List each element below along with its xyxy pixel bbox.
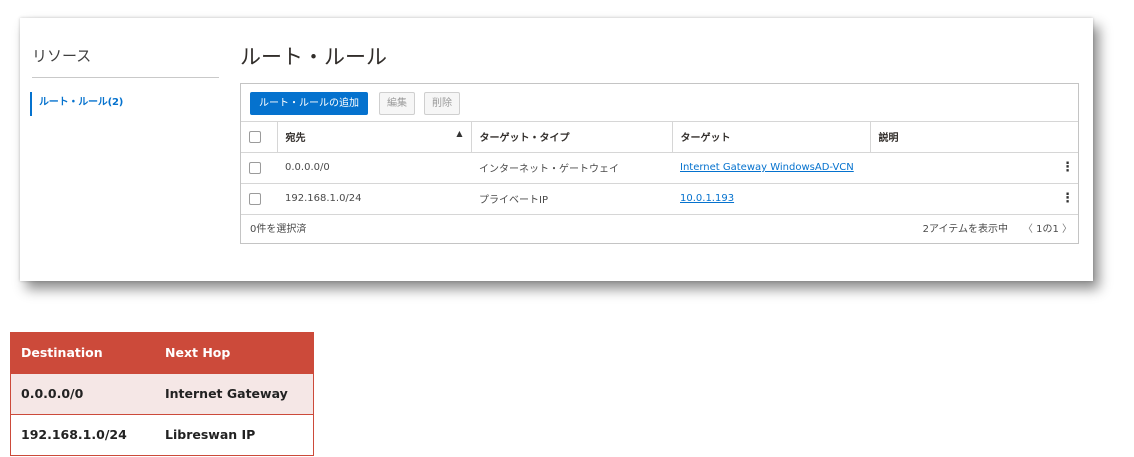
mapping-header-next-hop: Next Hop: [154, 332, 314, 374]
selected-count: 0件を選択済: [250, 224, 307, 235]
row-actions-menu-icon[interactable]: ⋮: [870, 152, 1078, 184]
sort-ascending-icon[interactable]: ▲: [456, 129, 462, 138]
row-checkbox[interactable]: [249, 192, 261, 205]
row-target-link[interactable]: 10.0.1.193: [680, 193, 734, 204]
row-checkbox[interactable]: [249, 161, 261, 174]
column-header-target: ターゲット: [672, 122, 871, 153]
table-row: 192.168.1.0/24 プライベートIP 10.0.1.193 ⋮: [241, 183, 1078, 215]
select-all-checkbox[interactable]: [249, 130, 261, 143]
row-actions-menu-icon[interactable]: ⋮: [870, 183, 1078, 215]
pagination: 〈 1の1 〉: [1023, 215, 1072, 244]
chevron-left-icon[interactable]: 〈: [1023, 224, 1033, 235]
mapping-header-row: Destination Next Hop: [10, 332, 314, 374]
mapping-next-hop: Libreswan IP: [154, 414, 314, 456]
select-all-cell: [241, 122, 278, 153]
route-rules-table: 宛先 ▲ ターゲット・タイプ ターゲット 説明 0.0.0.0/0 インターネット…: [241, 122, 1078, 215]
mapping-header-destination: Destination: [10, 332, 154, 374]
table-header-row: 宛先 ▲ ターゲット・タイプ ターゲット 説明: [241, 122, 1078, 153]
console-panel: リソース ルート・ルール(2) ルート・ルール ルート・ルールの追加 編集 削除…: [20, 18, 1093, 281]
delete-button[interactable]: 削除: [424, 92, 460, 115]
route-rules-card: ルート・ルールの追加 編集 削除 宛先▲ ターゲット・タイプ ターゲット 説明: [240, 83, 1079, 244]
sidebar-item-route-rules[interactable]: ルート・ルール(2): [30, 92, 123, 116]
row-destination: 0.0.0.0/0: [277, 152, 471, 184]
column-header-target-type: ターゲット・タイプ: [471, 122, 673, 153]
item-count: 2アイテムを表示中: [922, 224, 1008, 235]
table-footer: 0件を選択済 2アイテムを表示中 〈 1の1 〉: [241, 215, 1078, 244]
route-mapping-table: Destination Next Hop 0.0.0.0/0 Internet …: [10, 332, 314, 456]
sidebar-divider: [32, 77, 219, 78]
table-row: 192.168.1.0/24 Libreswan IP: [10, 414, 314, 456]
table-row: 0.0.0.0/0 Internet Gateway: [10, 373, 314, 415]
column-header-description: 説明: [870, 122, 1078, 153]
chevron-right-icon[interactable]: 〉: [1062, 224, 1072, 235]
resources-title: リソース: [32, 47, 92, 65]
column-header-destination[interactable]: 宛先 ▲: [277, 122, 472, 153]
toolbar: ルート・ルールの追加 編集 削除: [241, 84, 1078, 122]
row-target-link[interactable]: Internet Gateway WindowsAD-VCN: [680, 162, 854, 173]
row-target-type: インターネット・ゲートウェイ: [471, 152, 672, 184]
page-indicator: 1の1: [1036, 224, 1059, 235]
mapping-destination: 192.168.1.0/24: [10, 414, 154, 456]
page-title: ルート・ルール: [240, 45, 387, 69]
add-route-rule-button[interactable]: ルート・ルールの追加: [250, 92, 368, 115]
row-destination: 192.168.1.0/24: [277, 183, 471, 215]
row-target-type: プライベートIP: [471, 183, 672, 215]
mapping-next-hop: Internet Gateway: [154, 373, 314, 415]
mapping-destination: 0.0.0.0/0: [10, 373, 154, 415]
table-row: 0.0.0.0/0 インターネット・ゲートウェイ Internet Gatewa…: [241, 152, 1078, 184]
edit-button[interactable]: 編集: [379, 92, 415, 115]
